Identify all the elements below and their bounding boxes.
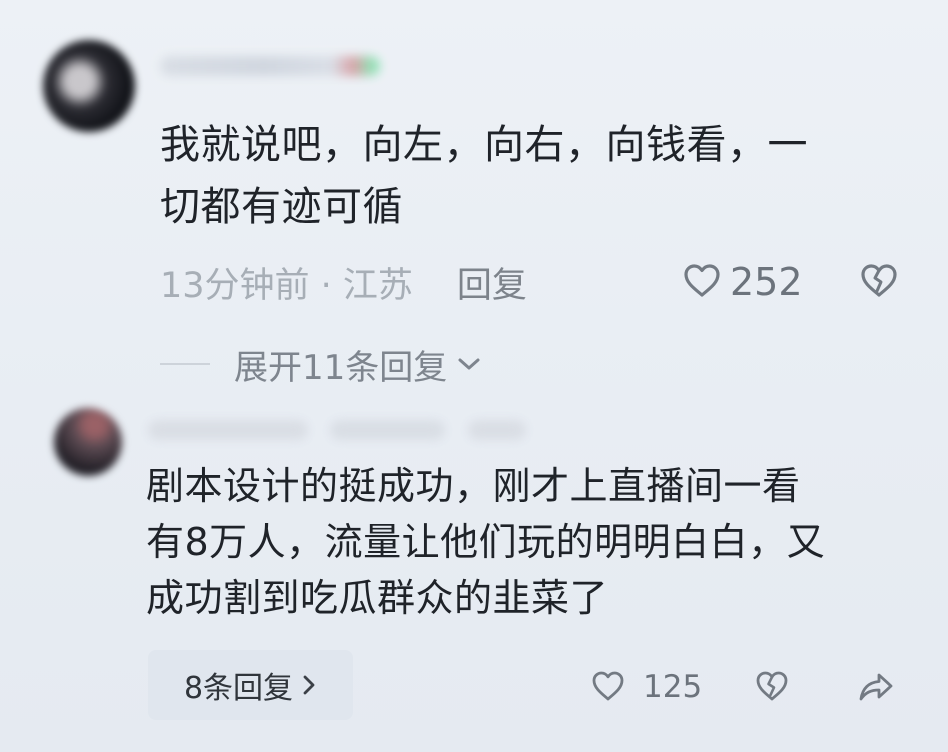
reply-button[interactable]: 回复 — [457, 257, 527, 308]
avatar[interactable] — [54, 408, 122, 476]
chevron-right-icon — [303, 675, 315, 695]
reply-count-button[interactable]: 8条回复 — [148, 650, 353, 720]
like-count: 252 — [730, 260, 803, 304]
expand-replies-label: 展开11条回复 — [234, 347, 448, 388]
comment-time-location: 13分钟前 · 江苏 — [160, 265, 413, 306]
comment-text: 我就说吧，向左，向右，向钱看，一 切都有迹可循 — [160, 122, 808, 230]
reply-count-label: 8条回复 — [183, 671, 294, 706]
comment-thread-screen: 我就说吧，向左，向右，向钱看，一 切都有迹可循 13分钟前 · 江苏 回复 25… — [0, 0, 948, 752]
blurred-username — [160, 56, 380, 76]
broken-heart-icon[interactable] — [860, 264, 898, 298]
blurred-username — [330, 420, 445, 440]
comment-text: 剧本设计的挺成功，刚才上直播间一看 有8万人，流量让他们玩的明明白白，又 成功割… — [146, 464, 826, 620]
heart-outline-icon[interactable] — [683, 264, 721, 298]
broken-heart-icon[interactable] — [755, 671, 789, 702]
blurred-username — [148, 420, 308, 440]
avatar[interactable] — [43, 40, 135, 132]
divider-line — [160, 363, 210, 365]
chevron-down-icon — [458, 358, 480, 370]
comment-meta-row: 13分钟前 · 江苏 回复 — [160, 258, 527, 306]
expand-replies-link[interactable]: 展开11条回复 — [160, 342, 483, 388]
heart-outline-icon[interactable] — [591, 671, 625, 702]
share-arrow-icon[interactable] — [857, 669, 895, 703]
blurred-username — [468, 420, 526, 440]
like-count: 125 — [643, 669, 703, 705]
